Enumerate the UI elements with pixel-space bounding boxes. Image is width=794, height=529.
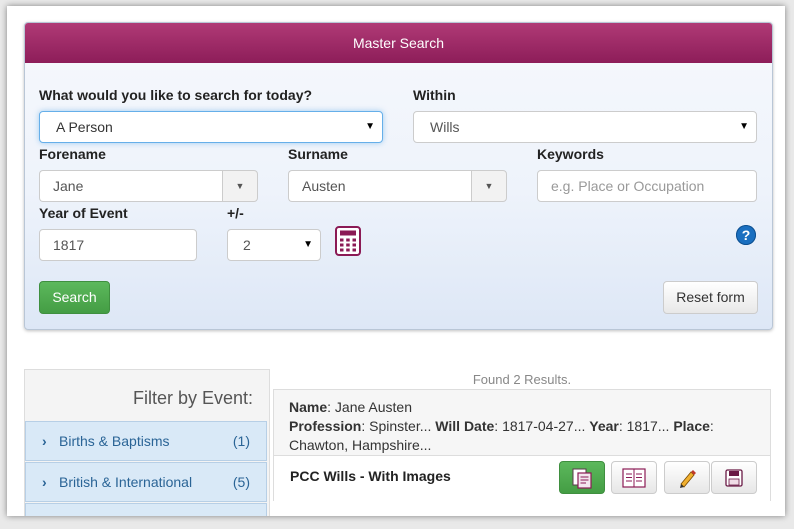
filter-item-label: British & International [59,474,193,490]
will-date-value: : 1817-04-27... [494,418,586,434]
forename-input[interactable]: Jane [39,170,222,202]
filter-item-births-baptisms[interactable]: › Births & Baptisms (1) [25,421,267,461]
forename-combo: Jane ▼ [39,170,258,202]
surname-label: Surname [288,146,348,162]
master-search-panel: Master Search What would you like to sea… [24,22,773,330]
filter-sidebar: Filter by Event: › Births & Baptisms (1)… [24,369,270,516]
name-label: Name [289,399,328,415]
reset-form-button[interactable]: Reset form [663,281,758,314]
within-select[interactable]: Wills ▼ [413,111,757,143]
transcript-icon [622,468,646,488]
profession-label: Profession [289,418,362,434]
caret-down-icon: ▼ [739,121,749,132]
forename-variants-button[interactable]: ▼ [222,170,258,202]
year-label: Year of Event [39,205,128,221]
caret-down-icon: ▼ [303,239,313,250]
surname-variants-button[interactable]: ▼ [471,170,507,202]
calculator-icon[interactable] [335,226,361,256]
help-icon[interactable]: ? [736,225,756,245]
collection-title: PCC Wills - With Images [290,468,451,484]
name-value: : Jane Austen [327,399,412,415]
filter-title: Filter by Event: [132,388,253,408]
chevron-right-icon: › [42,433,47,449]
view-image-button[interactable] [559,461,605,494]
surname-combo: Austen ▼ [288,170,507,202]
range-value: 2 [243,237,251,253]
range-select[interactable]: 2 ▼ [227,229,321,261]
within-value: Wills [430,119,460,135]
save-button[interactable] [711,461,757,494]
result-actions-bar: PCC Wills - With Images [274,455,770,501]
forename-label: Forename [39,146,106,162]
surname-input[interactable]: Austen [288,170,471,202]
keywords-input[interactable]: e.g. Place or Occupation [537,170,757,202]
keywords-label: Keywords [537,146,604,162]
panel-title: Master Search [25,23,772,63]
search-type-select[interactable]: A Person ▼ [39,111,383,143]
profession-value: : Spinster... [361,418,432,434]
result-card: Name: Jane Austen Profession: Spinster..… [273,389,771,501]
edit-button[interactable] [664,461,710,494]
question-label: What would you like to search for today? [39,87,313,103]
place-label: Place [673,418,710,434]
year-input[interactable]: 1817 [39,229,197,261]
within-label: Within [413,87,456,103]
filter-item-label: Births & Baptisms [59,433,170,449]
filter-item-british-international[interactable]: › British & International (5) [25,462,267,502]
save-icon [725,469,743,487]
year-value: : 1817... [618,418,670,434]
filter-item-count: (5) [232,474,250,490]
caret-down-icon: ▼ [235,181,245,191]
filter-item-next[interactable] [25,503,267,516]
will-date-label: Will Date [435,418,495,434]
view-document-icon [572,468,592,489]
keywords-placeholder: e.g. Place or Occupation [551,178,705,194]
year-label: Year [589,418,619,434]
caret-down-icon: ▼ [365,121,375,132]
view-transcript-button[interactable] [611,461,657,494]
result-details: Name: Jane Austen Profession: Spinster..… [289,398,749,455]
search-type-value: A Person [56,119,113,135]
year-value: 1817 [53,237,85,253]
search-button[interactable]: Search [39,281,110,314]
chevron-right-icon: › [42,474,47,490]
pencil-icon [680,470,696,488]
results-summary: Found 2 Results. [472,372,572,387]
filter-item-count: (1) [232,433,250,449]
range-label: +/- [227,205,244,221]
caret-down-icon: ▼ [484,181,494,191]
page-frame: Master Search What would you like to sea… [7,6,785,516]
